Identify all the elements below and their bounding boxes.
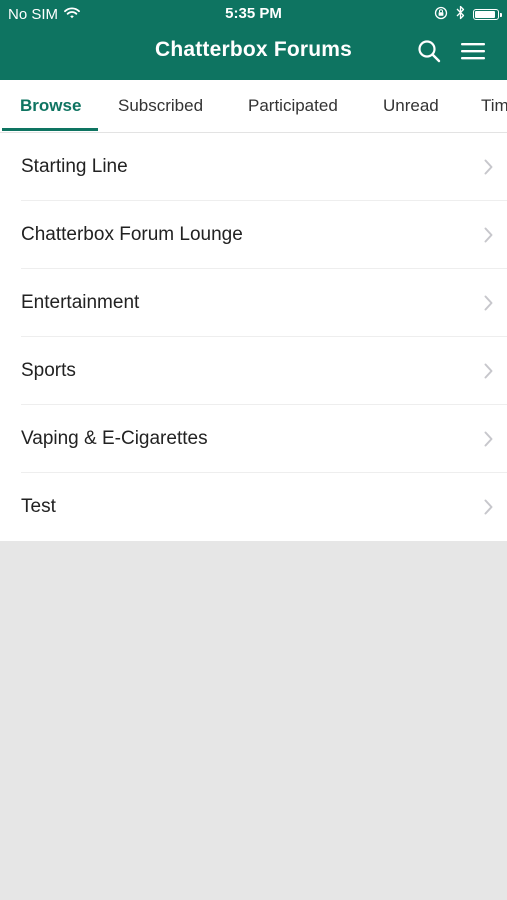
forum-row-vaping[interactable]: Vaping & E-Cigarettes bbox=[0, 405, 507, 473]
tab-participated[interactable]: Participated bbox=[248, 80, 338, 132]
battery-icon bbox=[473, 9, 502, 20]
chevron-right-icon bbox=[484, 499, 493, 520]
active-tab-indicator bbox=[2, 128, 98, 131]
nav-actions bbox=[417, 39, 485, 68]
tab-unread[interactable]: Unread bbox=[383, 80, 439, 132]
chevron-right-icon bbox=[484, 227, 493, 248]
status-bar: No SIM 5:35 PM bbox=[0, 0, 507, 28]
rotation-lock-icon bbox=[434, 6, 448, 24]
tab-bar: Browse Subscribed Participated Unread Ti… bbox=[0, 80, 507, 133]
battery-fill bbox=[475, 11, 495, 18]
tab-timeline[interactable]: Timeline bbox=[481, 80, 507, 132]
forum-row-sports[interactable]: Sports bbox=[0, 337, 507, 405]
chevron-right-icon bbox=[484, 431, 493, 452]
forum-label: Test bbox=[21, 496, 56, 517]
forum-list: Starting Line Chatterbox Forum Lounge En… bbox=[0, 133, 507, 541]
chevron-right-icon bbox=[484, 295, 493, 316]
forum-row-chatterbox-forum-lounge[interactable]: Chatterbox Forum Lounge bbox=[0, 201, 507, 269]
chevron-right-icon bbox=[484, 159, 493, 180]
status-right bbox=[434, 5, 502, 24]
forum-label: Vaping & E-Cigarettes bbox=[21, 428, 208, 449]
forum-label: Starting Line bbox=[21, 156, 128, 177]
forum-label: Entertainment bbox=[21, 292, 140, 313]
forum-label: Chatterbox Forum Lounge bbox=[21, 224, 243, 245]
forum-row-starting-line[interactable]: Starting Line bbox=[0, 133, 507, 201]
search-icon[interactable] bbox=[417, 39, 441, 68]
bluetooth-icon bbox=[456, 5, 465, 24]
status-time: 5:35 PM bbox=[225, 5, 282, 22]
forum-row-entertainment[interactable]: Entertainment bbox=[0, 269, 507, 337]
tab-browse[interactable]: Browse bbox=[20, 80, 81, 132]
forum-label: Sports bbox=[21, 360, 76, 381]
tab-subscribed[interactable]: Subscribed bbox=[118, 80, 203, 132]
app-header: No SIM 5:35 PM Chatterbox Forums bbox=[0, 0, 507, 80]
chevron-right-icon bbox=[484, 363, 493, 384]
forum-row-test[interactable]: Test bbox=[0, 473, 507, 541]
menu-icon[interactable] bbox=[461, 41, 485, 66]
